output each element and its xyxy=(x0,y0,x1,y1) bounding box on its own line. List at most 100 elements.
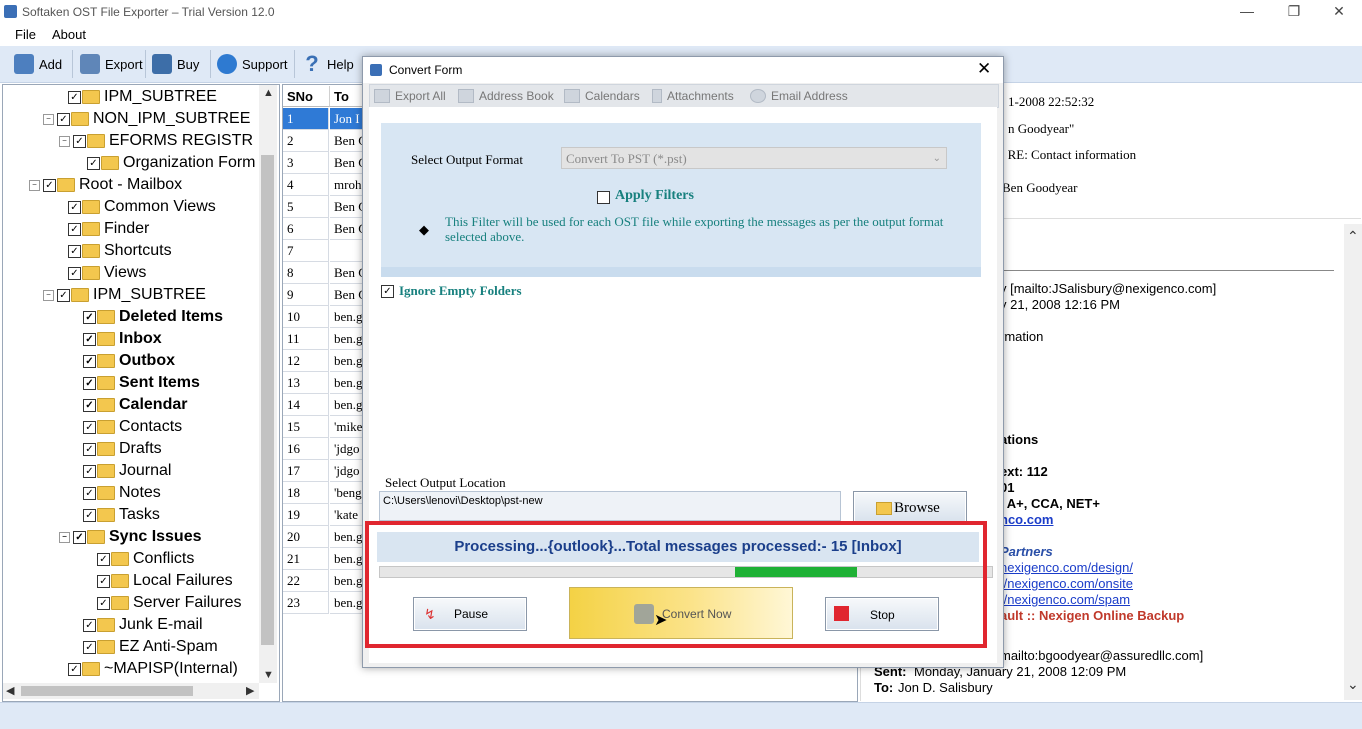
grid-cell-sno[interactable]: 15 xyxy=(283,416,329,438)
grid-cell-sno[interactable]: 6 xyxy=(283,218,329,240)
tree-node[interactable]: ✓ Deleted Items xyxy=(83,306,223,328)
tree-checkbox[interactable]: ✓ xyxy=(83,332,96,346)
tree-node[interactable]: ✓ Drafts xyxy=(83,438,162,460)
preview-link-design[interactable]: nexigenco.com/design/ xyxy=(1000,560,1133,575)
grid-cell-sno[interactable]: 16 xyxy=(283,438,329,460)
tree-node[interactable]: − ✓ NON_IPM_SUBTREE xyxy=(43,108,250,130)
grid-cell-sno[interactable]: 13 xyxy=(283,372,329,394)
tree-checkbox[interactable]: ✓ xyxy=(83,486,96,500)
tree-checkbox[interactable]: ✓ xyxy=(57,112,70,126)
tab-email-address[interactable]: Email Address xyxy=(750,87,848,105)
tree-horizontal-scrollbar[interactable]: ◀ ▶ xyxy=(3,683,259,699)
scroll-left-icon[interactable]: ◀ xyxy=(6,684,14,697)
grid-cell-sno[interactable]: 21 xyxy=(283,548,329,570)
collapse-icon[interactable]: − xyxy=(43,289,54,301)
tree-checkbox[interactable]: ✓ xyxy=(83,640,96,654)
tree-vertical-scrollbar[interactable]: ▲ ▼ xyxy=(259,85,277,683)
tree-checkbox[interactable]: ✓ xyxy=(87,156,100,170)
help-button[interactable]: ? Help xyxy=(298,51,358,77)
tree-checkbox[interactable]: ✓ xyxy=(83,618,96,632)
menu-file[interactable]: File xyxy=(15,27,36,42)
tree-checkbox[interactable]: ✓ xyxy=(68,266,81,280)
tree-node[interactable]: ✓ EZ Anti-Spam xyxy=(83,636,218,658)
grid-cell-sno[interactable]: 22 xyxy=(283,570,329,592)
scroll-right-icon[interactable]: ▶ xyxy=(246,684,254,697)
minimize-icon[interactable]: — xyxy=(1224,0,1270,24)
preview-link-site[interactable]: nco.com xyxy=(1000,512,1053,527)
tree-checkbox[interactable]: ✓ xyxy=(57,288,70,302)
grid-cell-sno[interactable]: 5 xyxy=(283,196,329,218)
grid-cell-sno[interactable]: 17 xyxy=(283,460,329,482)
grid-cell-sno[interactable]: 3 xyxy=(283,152,329,174)
scroll-up-icon[interactable]: ▲ xyxy=(263,87,274,99)
tab-calendars[interactable]: Calendars xyxy=(564,87,640,105)
tree-node[interactable]: ✓ ~MAPISP(Internal) xyxy=(68,658,238,680)
tree-checkbox[interactable]: ✓ xyxy=(97,552,110,566)
tree-checkbox[interactable]: ✓ xyxy=(97,596,110,610)
tree-node[interactable]: ✓ Inbox xyxy=(83,328,162,350)
tree-node[interactable]: − ✓ IPM_SUBTREE xyxy=(43,284,206,306)
tree-node[interactable]: ✓ IPM_SUBTREE xyxy=(68,86,217,108)
tree-node[interactable]: ✓ Conflicts xyxy=(97,548,194,570)
grid-cell-sno[interactable]: 14 xyxy=(283,394,329,416)
menu-about[interactable]: About xyxy=(52,27,86,42)
preview-link-onsite[interactable]: //nexigenco.com/onsite xyxy=(1000,576,1133,591)
tree-node[interactable]: ✓ Calendar xyxy=(83,394,187,416)
tree-checkbox[interactable]: ✓ xyxy=(83,354,96,368)
grid-cell-sno[interactable]: 19 xyxy=(283,504,329,526)
grid-cell-sno[interactable]: 7 xyxy=(283,240,329,262)
tree-checkbox[interactable]: ✓ xyxy=(68,662,81,676)
tree-node[interactable]: ✓ Journal xyxy=(83,460,171,482)
tree-node[interactable]: ✓ Common Views xyxy=(68,196,216,218)
restore-icon[interactable]: ❐ xyxy=(1271,0,1317,24)
collapse-icon[interactable]: − xyxy=(59,531,70,543)
tree-node[interactable]: ✓ Shortcuts xyxy=(68,240,172,262)
tree-checkbox[interactable]: ✓ xyxy=(68,200,81,214)
apply-filters-checkbox[interactable] xyxy=(597,191,610,204)
output-format-select[interactable]: Convert To PST (*.pst) ⌄ xyxy=(561,147,947,169)
tree-checkbox[interactable]: ✓ xyxy=(73,134,86,148)
tree-node[interactable]: ✓ Organization Form xyxy=(87,152,256,174)
tree-checkbox[interactable]: ✓ xyxy=(68,90,81,104)
grid-cell-sno[interactable]: 11 xyxy=(283,328,329,350)
scroll-thumb[interactable] xyxy=(261,155,274,645)
preview-scrollbar[interactable]: ⌃ ⌄ xyxy=(1344,224,1362,700)
collapse-icon[interactable]: − xyxy=(43,113,54,125)
grid-cell-sno[interactable]: 18 xyxy=(283,482,329,504)
tree-checkbox[interactable]: ✓ xyxy=(83,376,96,390)
tree-node[interactable]: − ✓ Sync Issues xyxy=(59,526,202,548)
tree-checkbox[interactable]: ✓ xyxy=(83,508,96,522)
grid-cell-sno[interactable]: 1 xyxy=(283,108,329,130)
hscroll-thumb[interactable] xyxy=(21,686,193,696)
tree-node[interactable]: ✓ Finder xyxy=(68,218,149,240)
grid-cell-sno[interactable]: 8 xyxy=(283,262,329,284)
grid-cell-sno[interactable]: 4 xyxy=(283,174,329,196)
tree-node[interactable]: ✓ Sent Items xyxy=(83,372,200,394)
dialog-close-icon[interactable]: ✕ xyxy=(977,59,991,79)
scroll-up-icon[interactable]: ⌃ xyxy=(1347,228,1359,245)
preview-link-spam[interactable]: //nexigenco.com/spam xyxy=(1000,592,1130,607)
tree-node[interactable]: ✓ Notes xyxy=(83,482,161,504)
add-button[interactable]: Add xyxy=(10,51,66,77)
grid-cell-sno[interactable]: 2 xyxy=(283,130,329,152)
tree-node[interactable]: ✓ Junk E-mail xyxy=(83,614,203,636)
grid-cell-sno[interactable]: 10 xyxy=(283,306,329,328)
tab-address-book[interactable]: Address Book xyxy=(458,87,554,105)
tree-checkbox[interactable]: ✓ xyxy=(83,310,96,324)
tree-checkbox[interactable]: ✓ xyxy=(97,574,110,588)
tree-checkbox[interactable]: ✓ xyxy=(73,530,86,544)
tree-checkbox[interactable]: ✓ xyxy=(43,178,56,192)
tree-node[interactable]: ✓ Views xyxy=(68,262,146,284)
grid-cell-sno[interactable]: 9 xyxy=(283,284,329,306)
tree-node[interactable]: ✓ Tasks xyxy=(83,504,160,526)
export-button[interactable]: Export xyxy=(76,51,147,77)
tree-checkbox[interactable]: ✓ xyxy=(83,464,96,478)
ignore-empty-checkbox[interactable]: ✓ xyxy=(381,285,394,298)
column-header-sno[interactable]: SNo xyxy=(283,86,330,107)
tree-node[interactable]: ✓ Outbox xyxy=(83,350,175,372)
tree-node[interactable]: ✓ Local Failures xyxy=(97,570,233,592)
tab-attachments[interactable]: Attachments xyxy=(652,87,734,105)
scroll-down-icon[interactable]: ⌄ xyxy=(1347,676,1359,693)
support-button[interactable]: Support xyxy=(213,51,292,77)
grid-cell-sno[interactable]: 23 xyxy=(283,592,329,614)
